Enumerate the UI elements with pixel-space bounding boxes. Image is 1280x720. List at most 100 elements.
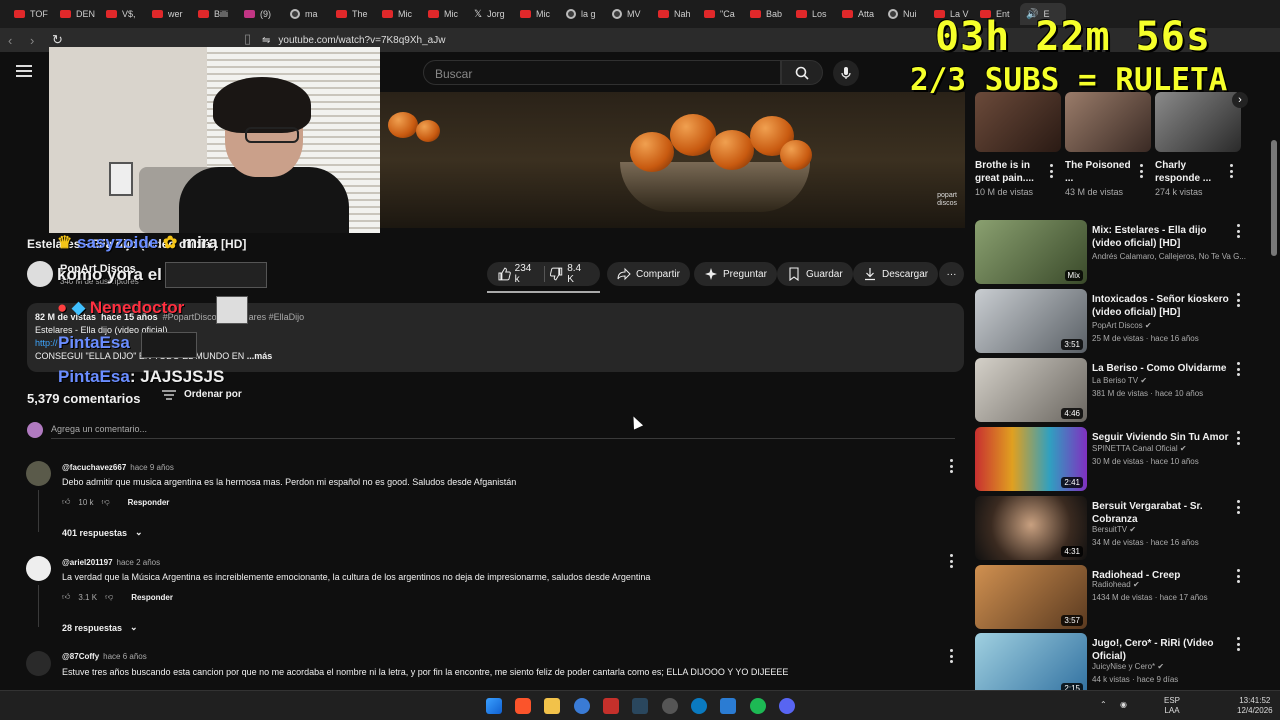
comment-time[interactable]: hace 6 años <box>103 652 147 661</box>
like-button[interactable]: 234 k <box>497 263 539 285</box>
browser-tab[interactable]: The <box>330 3 376 25</box>
comment-menu-icon[interactable] <box>949 459 953 473</box>
chevron-right-icon[interactable]: › <box>1232 92 1248 108</box>
video-player[interactable]: popart discos <box>380 92 965 228</box>
add-comment-input[interactable]: Agrega un comentario... <box>51 424 147 434</box>
comment-menu-icon[interactable] <box>949 554 953 568</box>
recommendation-item[interactable]: 3:51 Intoxicados - Señor kioskero (video… <box>975 289 1255 353</box>
recommendation-menu-icon[interactable] <box>1236 224 1240 238</box>
short-menu-icon[interactable] <box>1049 164 1053 178</box>
recommendation-item[interactable]: 2:41 Seguir Viviendo Sin Tu Amor SPINETT… <box>975 427 1255 491</box>
recommendation-item[interactable]: Mix Mix: Estelares - Ella dijo (video of… <box>975 220 1255 284</box>
brave-icon[interactable] <box>515 698 531 714</box>
comment-author[interactable]: @ariel201197 <box>62 558 113 567</box>
ask-button[interactable]: Preguntar <box>694 262 777 286</box>
comment-like-button[interactable]: 👍︎ <box>62 592 70 602</box>
recommendation-menu-icon[interactable] <box>1236 362 1240 376</box>
short-menu-icon[interactable] <box>1229 164 1233 178</box>
comment-time[interactable]: hace 2 años <box>117 558 161 567</box>
comment-avatar[interactable] <box>26 556 51 581</box>
recommendation-menu-icon[interactable] <box>1236 637 1240 651</box>
forward-icon[interactable]: › <box>30 33 44 48</box>
download-button[interactable]: Descargar <box>853 262 939 286</box>
comment-dislike-button[interactable]: 👎︎ <box>102 497 110 507</box>
save-button[interactable]: Guardar <box>777 262 853 286</box>
youtube-favicon-icon <box>796 10 807 18</box>
browser-tab[interactable]: TOF <box>8 3 54 25</box>
site-settings-icon[interactable]: ⇋ <box>262 35 270 46</box>
show-more-button[interactable]: ...más <box>247 351 273 361</box>
app-icon[interactable] <box>691 698 707 714</box>
app-icon[interactable] <box>574 698 590 714</box>
discord-icon[interactable] <box>779 698 795 714</box>
browser-tab[interactable]: Mic <box>514 3 560 25</box>
browser-tab[interactable]: "Ca <box>698 3 744 25</box>
comment-time[interactable]: hace 9 años <box>130 463 174 472</box>
browser-tab[interactable]: 𝕏 Jorg <box>468 3 514 25</box>
recommendation-item[interactable]: 3:57 Radiohead - Creep Radiohead ✔ 1434 … <box>975 565 1255 629</box>
browser-tab[interactable]: (9) <box>238 3 284 25</box>
recommendation-menu-icon[interactable] <box>1236 500 1240 514</box>
reload-icon[interactable]: ↻ <box>52 32 66 48</box>
steam-icon[interactable] <box>632 698 648 714</box>
comment-menu-icon[interactable] <box>949 649 953 663</box>
voice-search-button[interactable] <box>833 60 859 86</box>
search-button[interactable] <box>781 60 823 85</box>
comment-author[interactable]: @87Coffy <box>62 652 99 661</box>
browser-tab[interactable]: Atta <box>836 3 882 25</box>
short-card[interactable]: Brothe is in great pain.... 10 M de vist… <box>975 92 1061 197</box>
reply-button[interactable]: Responder <box>131 593 173 602</box>
browser-tab[interactable]: DEN <box>54 3 100 25</box>
recommendation-item[interactable]: 2:15 Jugo!, Cero* - RiRi (Video Oficial)… <box>975 633 1255 697</box>
view-replies-button[interactable]: 28 respuestas ⌄ <box>62 622 138 633</box>
sort-comments-button[interactable]: Ordenar por <box>162 389 242 400</box>
clock[interactable]: 13:41:52 12/4/2026 <box>1237 696 1273 716</box>
notepad-icon[interactable] <box>720 698 736 714</box>
recommendation-item[interactable]: 4:46 La Beriso - Como Olvidarme La Beris… <box>975 358 1255 422</box>
recommendation-item[interactable]: 4:31 Bersuit Vergarabat - Sr. Cobranza B… <box>975 496 1255 560</box>
comment-dislike-button[interactable]: 👎︎ <box>105 592 113 602</box>
browser-tab[interactable]: la g <box>560 3 606 25</box>
comment-avatar[interactable] <box>26 461 51 486</box>
recommendation-menu-icon[interactable] <box>1236 431 1240 445</box>
tray-chevron-icon[interactable]: ⌃ <box>1100 700 1107 710</box>
app-icon[interactable] <box>603 698 619 714</box>
obs-icon[interactable] <box>662 698 678 714</box>
browser-tab[interactable]: Mic <box>376 3 422 25</box>
browser-tab[interactable]: Billi <box>192 3 238 25</box>
comment-avatar[interactable] <box>26 651 51 676</box>
comment-author[interactable]: @facuchavez667 <box>62 463 126 472</box>
share-button[interactable]: Compartir <box>607 262 690 286</box>
browser-tab[interactable]: Nah <box>652 3 698 25</box>
short-menu-icon[interactable] <box>1139 164 1143 178</box>
menu-icon[interactable] <box>16 65 32 77</box>
network-icon[interactable]: ◉ <box>1120 700 1127 710</box>
browser-tab[interactable]: ma <box>284 3 330 25</box>
browser-tab[interactable]: MV <box>606 3 652 25</box>
recommendation-menu-icon[interactable] <box>1236 293 1240 307</box>
bookmark-icon[interactable]: ▯ <box>244 31 258 47</box>
browser-tab[interactable]: Mic <box>422 3 468 25</box>
folder-icon[interactable] <box>544 698 560 714</box>
back-icon[interactable]: ‹ <box>8 33 22 48</box>
comment-like-button[interactable]: 👍︎ <box>62 497 70 507</box>
channel-avatar[interactable] <box>27 261 53 287</box>
dislike-button[interactable]: 8.4 K <box>549 263 590 285</box>
browser-tab[interactable]: V$, <box>100 3 146 25</box>
browser-tab[interactable]: wer <box>146 3 192 25</box>
recommendation-menu-icon[interactable] <box>1236 569 1240 583</box>
start-icon[interactable] <box>486 698 502 714</box>
search-input[interactable]: Buscar <box>423 60 781 85</box>
spotify-icon[interactable] <box>750 698 766 714</box>
browser-tab[interactable]: Bab <box>744 3 790 25</box>
browser-tab[interactable]: Nui <box>882 3 928 25</box>
view-replies-button[interactable]: 401 respuestas ⌄ <box>62 527 143 538</box>
reply-button[interactable]: Responder <box>128 498 170 507</box>
short-card[interactable]: The Poisoned ... 43 M de vistas <box>1065 92 1151 197</box>
more-actions-button[interactable]: ··· <box>939 262 964 286</box>
keyboard-language[interactable]: ESP LAA <box>1164 696 1180 716</box>
browser-tab[interactable]: Los <box>790 3 836 25</box>
short-card[interactable]: Charly responde ... 274 k vistas <box>1155 92 1241 197</box>
scrollbar[interactable] <box>1271 140 1277 256</box>
url-field[interactable]: ⇋ youtube.com/watch?v=7K8q9Xh_aJw <box>262 32 445 48</box>
